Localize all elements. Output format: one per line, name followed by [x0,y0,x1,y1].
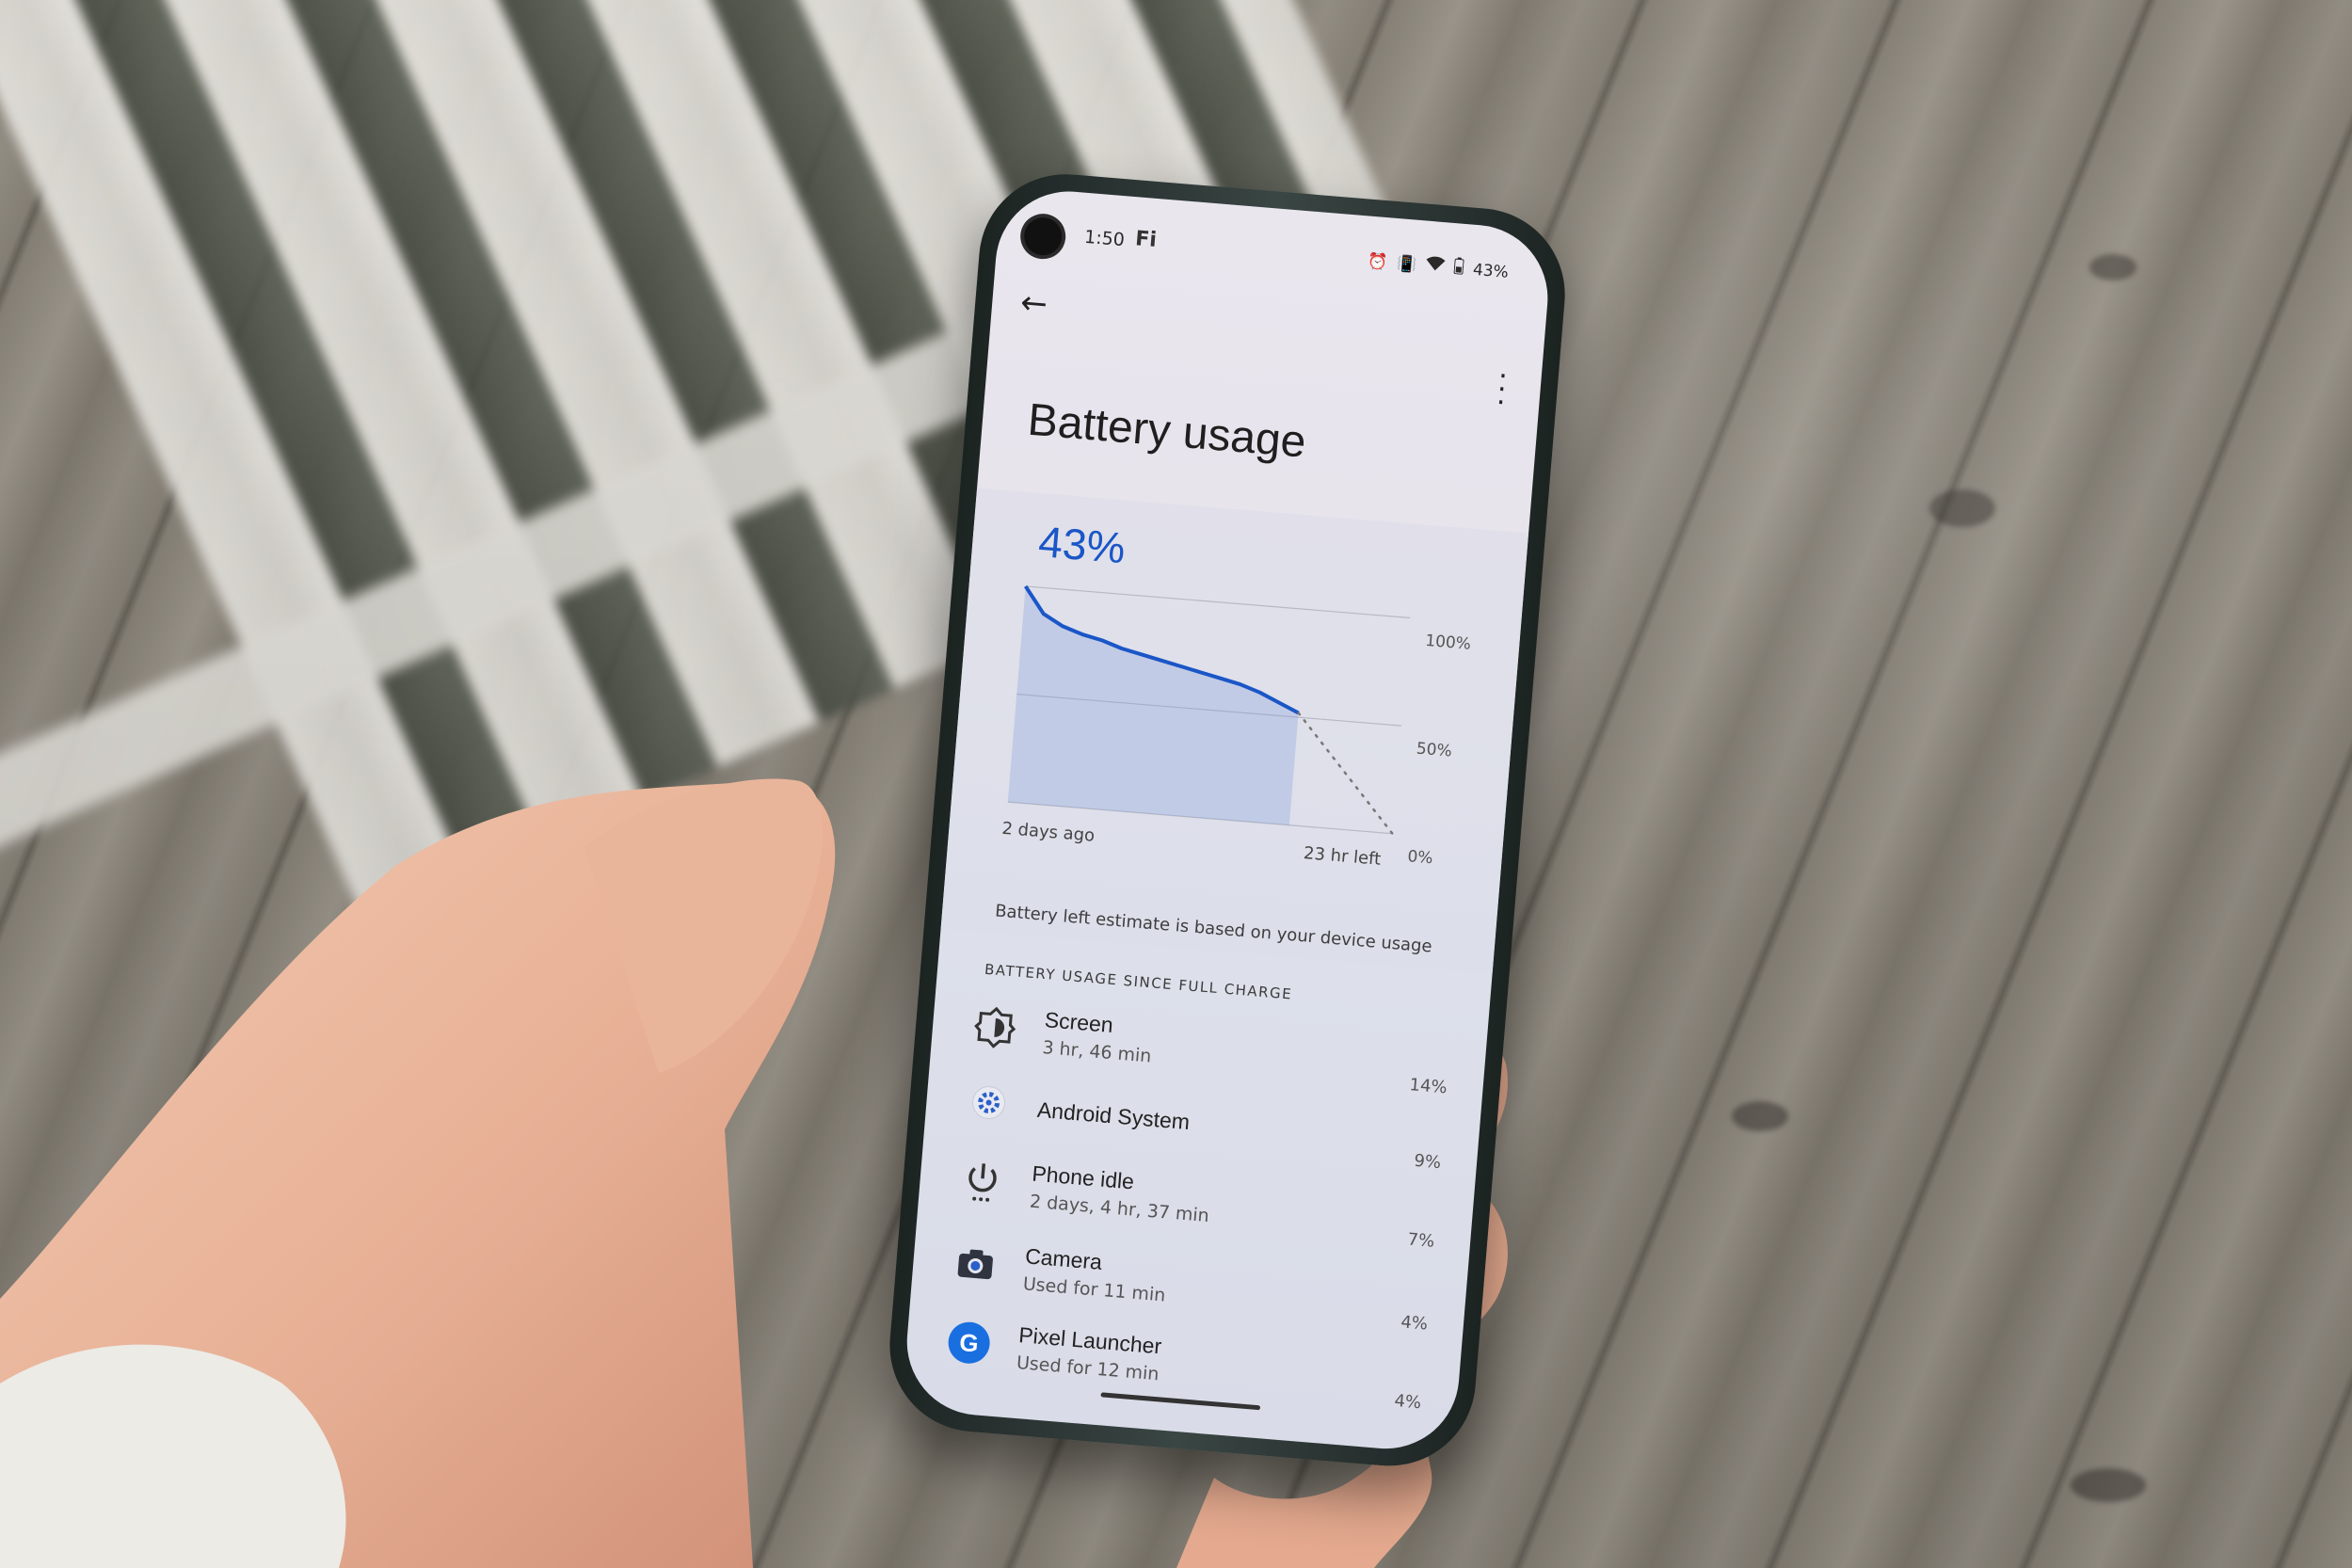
google-g-icon: G [943,1317,996,1369]
usage-name: Phone idle [1031,1160,1136,1194]
chart-history-area [1007,585,1299,825]
usage-name: Camera [1024,1243,1103,1274]
usage-percent: 4% [1393,1390,1422,1414]
usage-percent: 14% [1408,1075,1448,1098]
alarm-icon: ⏰ [1367,251,1389,272]
usage-detail: 3 hr, 46 min [1041,1037,1153,1067]
battery-icon [1453,257,1464,280]
chart-x-end-label: 23 hr left [1303,843,1382,870]
power-icon [956,1155,1009,1208]
usage-detail: Used for 11 min [1022,1273,1167,1306]
chart-gridline [1025,585,1411,619]
usage-percent: 4% [1400,1312,1429,1335]
chart-y-tick-label: 0% [1407,847,1434,868]
usage-percent: 9% [1413,1150,1442,1174]
chart-x-start-label: 2 days ago [1001,819,1096,846]
phone: 1:50 Fi ⏰ 📳 43% ← · · · Battery usage 43% … [883,168,1572,1473]
wifi-icon [1425,256,1446,278]
chart-projection-line [1297,712,1394,835]
chart-y-tick-label: 50% [1416,740,1452,761]
usage-name: Android System [1036,1096,1192,1135]
usage-name: Screen [1043,1007,1114,1038]
carrier-logo: Fi [1134,227,1158,253]
back-button[interactable]: ← [1019,284,1049,324]
battery-chart: 100% 50% 0% 2 days ago 23 hr left [1001,584,1472,870]
brightness-icon [968,1001,1021,1054]
google-badge: G [946,1320,992,1366]
status-icons: ⏰ 📳 43% [1367,250,1510,283]
vibrate-icon: 📳 [1396,253,1418,275]
battery-chart-card: 43% 100% 50% 0% 2 days ago 23 hr left Batter… [940,488,1529,974]
status-time: 1:50 [1083,226,1126,251]
camera-icon [949,1238,1001,1290]
usage-percent: 7% [1406,1229,1435,1252]
chart-y-tick-label: 100% [1425,632,1472,654]
phone-screen: 1:50 Fi ⏰ 📳 43% ← · · · Battery usage 43% … [901,185,1554,1455]
battery-level: 43% [1036,516,1128,573]
usage-detail: 2 days, 4 hr, 37 min [1029,1191,1210,1227]
front-camera [1022,216,1064,257]
gear-icon [963,1077,1016,1129]
usage-section-header: BATTERY USAGE SINCE FULL CHARGE [984,960,1293,1003]
overflow-menu-button[interactable]: · · · [1495,360,1509,420]
page-title: Battery usage [1026,394,1308,468]
battery-percent: 43% [1472,260,1510,282]
